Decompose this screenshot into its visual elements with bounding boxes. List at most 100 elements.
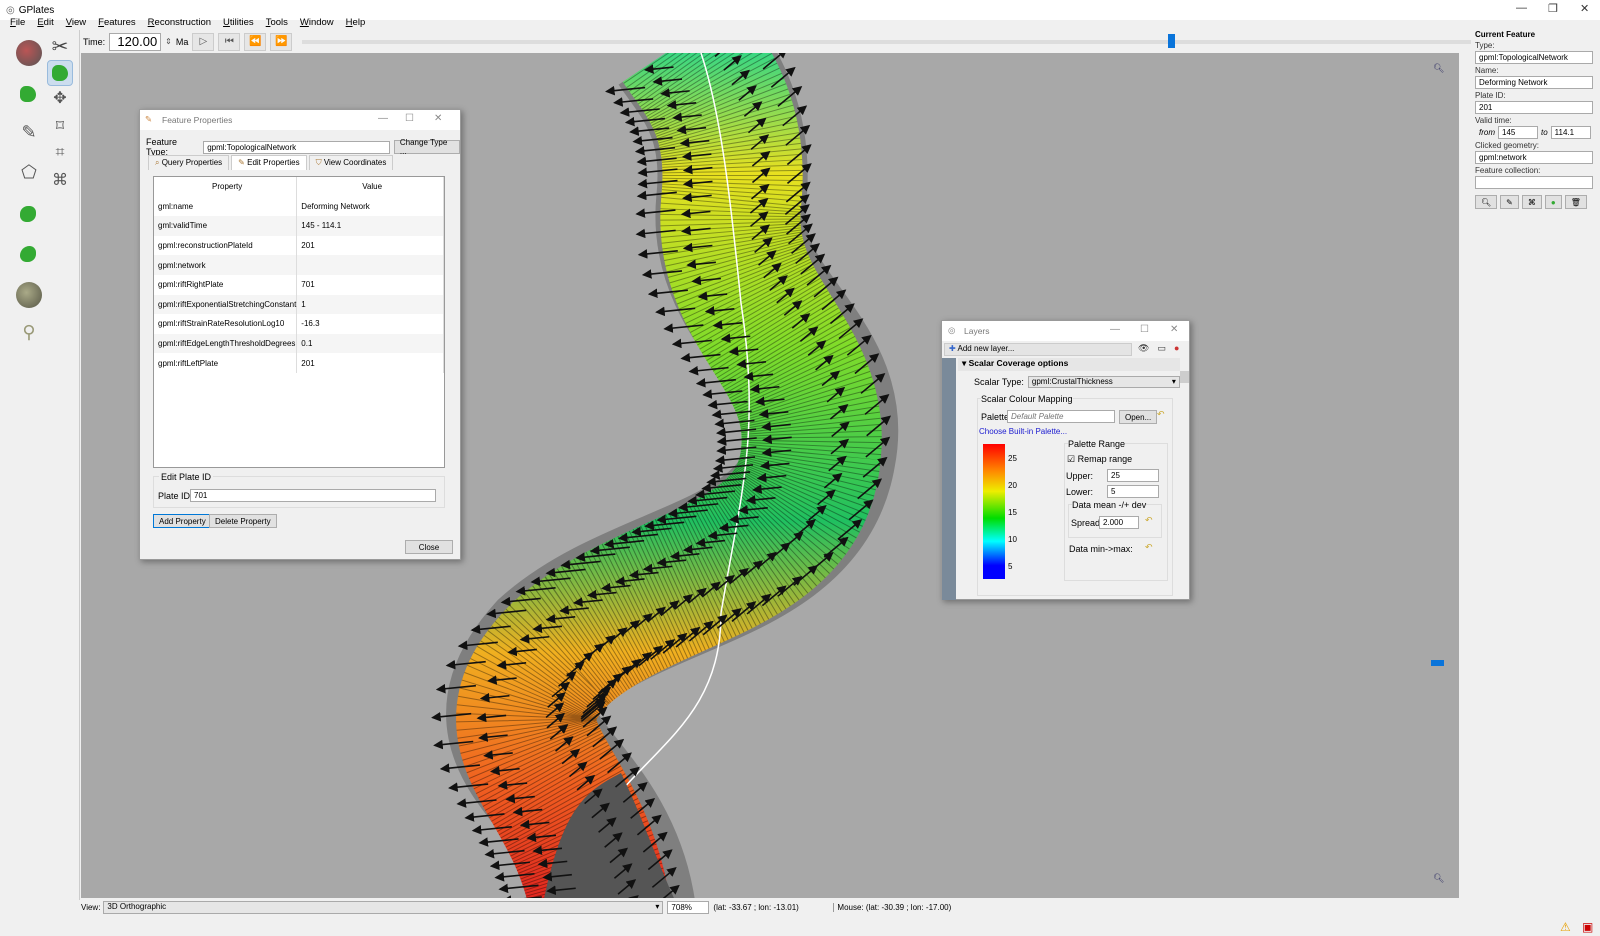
apply-minmax-icon[interactable]: ↶ xyxy=(1145,542,1153,553)
menu-window[interactable]: Window xyxy=(294,17,340,28)
minimize-button[interactable]: — xyxy=(378,113,388,124)
upper-field[interactable] xyxy=(1107,469,1159,482)
table-row[interactable]: gml:validTime 145 - 114.1 xyxy=(154,216,444,236)
plate-id-spinbox[interactable] xyxy=(190,489,436,502)
visibility-icon[interactable]: 👁︎ xyxy=(1138,343,1157,353)
open-palette-button[interactable]: Open... xyxy=(1119,410,1158,424)
topology-tool-icon[interactable] xyxy=(16,242,42,268)
view-select[interactable]: 3D Orthographic ▾ xyxy=(103,901,664,914)
colour-icon[interactable]: ● xyxy=(1174,343,1187,353)
property-value[interactable]: -16.3 xyxy=(296,314,444,334)
split-feature-icon[interactable]: ⌘ xyxy=(47,170,73,196)
tab-query-properties[interactable]: ⌕ Query Properties xyxy=(148,155,230,170)
choose-builtin-palette-link[interactable]: Choose Built-in Palette... xyxy=(979,427,1067,436)
table-row[interactable]: gpml:riftRightPlate 701 xyxy=(154,274,444,295)
menu-tools[interactable]: Tools xyxy=(260,17,294,28)
menu-utilities[interactable]: Utilities xyxy=(217,17,260,28)
table-row[interactable]: gpml:reconstructionPlateId 201 xyxy=(154,235,444,256)
measure-tool-icon[interactable]: ✂ xyxy=(47,34,73,60)
warning-icon[interactable]: ⚠ xyxy=(1560,920,1571,934)
reset-button[interactable]: ⏮ xyxy=(218,32,241,51)
step-forward-button[interactable]: ⏩ xyxy=(270,32,293,51)
menu-file[interactable]: File xyxy=(4,17,31,28)
close-button[interactable]: ✕ xyxy=(1580,2,1589,15)
change-type-button[interactable]: Change Type ... xyxy=(393,138,460,156)
column-header[interactable]: Property xyxy=(154,177,298,197)
digitise-polyline-icon[interactable]: ✎ xyxy=(16,122,42,148)
query-feature-icon[interactable]: 🔍︎ xyxy=(1475,195,1498,209)
maximize-button[interactable]: ☐ xyxy=(1140,324,1149,335)
menu-features[interactable]: Features xyxy=(92,17,142,28)
plate-id-field[interactable] xyxy=(1475,101,1593,114)
table-row[interactable]: gml:name Deforming Network xyxy=(154,196,444,217)
pole-manipulation-icon[interactable] xyxy=(16,202,42,228)
clicked-geometry-field[interactable] xyxy=(1475,151,1593,164)
property-value[interactable]: 201 xyxy=(296,353,444,373)
minimize-button[interactable]: — xyxy=(1110,324,1120,335)
close-dialog-button[interactable]: Close xyxy=(405,540,453,554)
to-field[interactable] xyxy=(1550,126,1591,139)
drag-globe-icon[interactable] xyxy=(16,82,42,108)
table-row[interactable]: gpml:riftLeftPlate 201 xyxy=(154,353,444,373)
hellinger-tool-icon[interactable]: ⚲ xyxy=(16,322,42,348)
property-value[interactable]: 145 - 114.1 xyxy=(296,216,444,236)
menu-view[interactable]: View xyxy=(60,17,92,28)
name-field[interactable] xyxy=(1475,76,1593,89)
feature-type-field[interactable] xyxy=(203,140,390,154)
scalar-type-select[interactable]: gpml:CrustalThickness ▾ xyxy=(1027,376,1180,388)
close-button[interactable]: ✕ xyxy=(434,113,442,124)
property-value[interactable]: Deforming Network xyxy=(296,196,444,217)
property-value[interactable]: 1 xyxy=(296,294,444,315)
reset-palette-icon[interactable]: ↶ xyxy=(1157,409,1165,420)
property-value[interactable]: 201 xyxy=(296,235,444,256)
type-field[interactable] xyxy=(1475,51,1593,64)
feature-collection-field[interactable] xyxy=(1475,176,1593,189)
play-button[interactable]: ▷ xyxy=(192,32,215,51)
scrollbar[interactable] xyxy=(1180,361,1189,597)
globe-tool-icon[interactable] xyxy=(16,40,42,66)
table-row[interactable]: gpml:network xyxy=(154,255,444,275)
time-slider[interactable] xyxy=(302,33,1472,48)
section-header[interactable]: ▾ Scalar Coverage options xyxy=(958,358,1180,371)
log-icon[interactable]: ▣ xyxy=(1582,920,1593,934)
maximize-button[interactable]: ☐ xyxy=(405,113,414,124)
time-slider-handle[interactable] xyxy=(1168,33,1176,48)
plate-icon[interactable]: ● xyxy=(1544,195,1562,209)
property-value[interactable] xyxy=(296,255,444,275)
step-back-button[interactable]: ⏪ xyxy=(244,32,267,51)
palette-field[interactable] xyxy=(1007,410,1115,423)
delete-vertex-icon[interactable]: ⌗ xyxy=(47,144,73,170)
lower-field[interactable] xyxy=(1107,485,1159,498)
table-row[interactable]: gpml:riftStrainRateResolutionLog10 -16.3 xyxy=(154,314,444,334)
digitise-polygon-icon[interactable]: ⬠ xyxy=(16,162,42,188)
choose-feature-icon[interactable] xyxy=(47,60,73,86)
add-new-layer-button[interactable]: ✚ Add new layer... xyxy=(944,343,1132,356)
zoom-slider-handle[interactable] xyxy=(1431,660,1444,666)
tab-edit-properties[interactable]: ✎ Edit Properties xyxy=(231,155,307,170)
table-row[interactable]: gpml:riftEdgeLengthThresholdDegrees 0.1 xyxy=(154,333,444,354)
close-button[interactable]: ✕ xyxy=(1170,324,1178,335)
from-field[interactable] xyxy=(1498,126,1538,139)
clone-geometry-icon[interactable]: ⌘ xyxy=(1521,195,1542,209)
zoom-spinbox[interactable] xyxy=(667,901,710,914)
move-vertex-icon[interactable]: ✥ xyxy=(47,88,73,114)
collapse-icon[interactable]: ▭ xyxy=(1157,343,1174,353)
property-value[interactable]: 0.1 xyxy=(296,333,444,354)
table-row[interactable]: gpml:riftExponentialStretchingConstant 1 xyxy=(154,294,444,315)
small-circle-icon[interactable] xyxy=(16,282,42,308)
remap-checkbox[interactable]: ☑ Remap range xyxy=(1067,454,1132,465)
column-header[interactable]: Value xyxy=(296,177,444,197)
zoom-slider[interactable]: 🔍︎ 🔍︎ xyxy=(1431,63,1444,884)
minimize-button[interactable]: — xyxy=(1516,2,1527,14)
zoom-in-icon[interactable]: 🔍︎ xyxy=(1433,63,1444,74)
property-value[interactable]: 701 xyxy=(296,274,444,295)
menu-reconstruction[interactable]: Reconstruction xyxy=(142,17,217,28)
restore-button[interactable]: ❐ xyxy=(1548,2,1558,15)
delete-feature-icon[interactable]: 🗑︎ xyxy=(1564,195,1587,209)
menu-edit[interactable]: Edit xyxy=(31,17,59,28)
zoom-out-icon[interactable]: 🔍︎ xyxy=(1433,873,1444,884)
edit-feature-icon[interactable]: ✎ xyxy=(1500,195,1519,209)
menu-help[interactable]: Help xyxy=(340,17,372,28)
time-input[interactable] xyxy=(109,32,162,51)
add-property-button[interactable]: Add Property xyxy=(153,514,212,528)
